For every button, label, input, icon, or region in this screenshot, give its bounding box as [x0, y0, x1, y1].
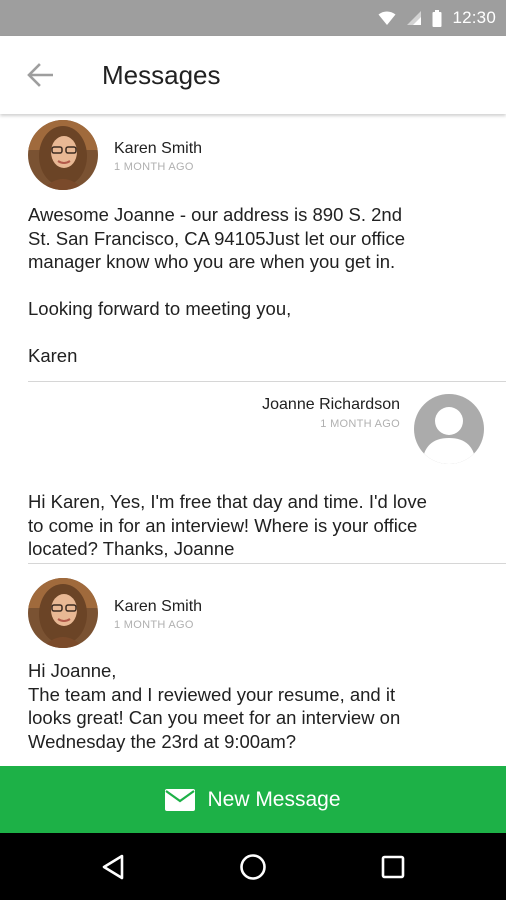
- envelope-icon: [165, 788, 196, 811]
- message-divider: [28, 563, 506, 564]
- person-icon: [414, 394, 484, 464]
- sender-name: Joanne Richardson: [262, 396, 400, 413]
- app-bar: Messages: [0, 36, 506, 114]
- system-nav-bar: [0, 833, 506, 900]
- page-title: Messages: [102, 59, 221, 90]
- avatar-placeholder: [414, 394, 484, 464]
- nav-recents-button[interactable]: [353, 833, 433, 900]
- message-body: Hi Karen, Yes, I'm free that day and tim…: [28, 491, 427, 559]
- message-body: Awesome Joanne - our address is 890 S. 2…: [28, 204, 406, 366]
- message-timestamp: 1 MONTH AGO: [320, 418, 400, 430]
- nav-home-button[interactable]: [213, 833, 293, 900]
- avatar: [28, 120, 98, 190]
- recents-square-icon: [381, 855, 405, 878]
- home-circle-icon: [240, 853, 266, 880]
- back-button[interactable]: [0, 36, 80, 114]
- nav-back-button[interactable]: [73, 833, 153, 900]
- new-message-button[interactable]: New Message: [0, 766, 506, 833]
- avatar-photo: [28, 120, 98, 190]
- cell-signal-icon: [407, 11, 422, 25]
- sender-name: Karen Smith: [114, 598, 203, 615]
- wifi-icon: [378, 11, 396, 25]
- message-body: Hi Joanne, The team and I reviewed your …: [28, 660, 401, 752]
- status-bar: 12:30: [0, 0, 506, 36]
- back-triangle-icon: [102, 854, 124, 879]
- message-divider: [28, 381, 506, 382]
- new-message-label: New Message: [207, 787, 341, 811]
- sender-name: Karen Smith: [114, 140, 203, 157]
- message-timestamp: 1 MONTH AGO: [114, 161, 194, 173]
- message-list[interactable]: Karen Smith 1 MONTH AGO Awesome Joanne -…: [0, 114, 506, 766]
- avatar-photo: [28, 578, 98, 648]
- battery-icon: [432, 9, 442, 27]
- arrow-back-icon: [27, 63, 53, 87]
- message-timestamp: 1 MONTH AGO: [114, 619, 194, 631]
- avatar: [28, 578, 98, 648]
- status-time: 12:30: [452, 8, 496, 27]
